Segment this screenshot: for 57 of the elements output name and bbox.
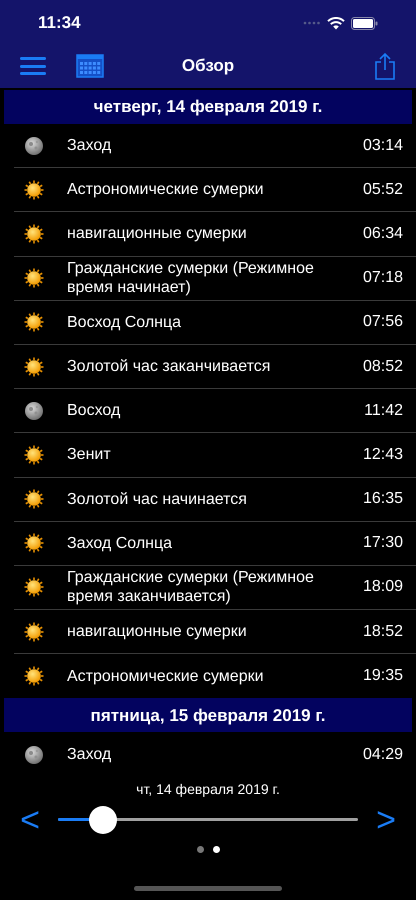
event-time: 07:18 xyxy=(362,268,403,288)
event-name: навигационные сумерки xyxy=(67,622,248,642)
menu-button[interactable] xyxy=(20,57,46,75)
sun-icon xyxy=(24,444,44,465)
date-header: четверг, 14 февраля 2019 г. xyxy=(4,90,412,124)
event-time: 08:52 xyxy=(362,356,403,377)
battery-icon xyxy=(351,16,378,30)
status-time: 11:34 xyxy=(38,12,81,34)
sun-icon xyxy=(24,533,44,554)
event-name: Заход Солнца xyxy=(67,534,174,553)
event-name: Астрономические сумерки xyxy=(67,666,265,686)
wifi-icon xyxy=(327,16,345,30)
event-name: Восход xyxy=(67,401,122,420)
event-name: Зенит xyxy=(67,445,112,464)
share-icon[interactable] xyxy=(374,52,396,80)
event-name: Золотой час начинается xyxy=(67,490,248,509)
sun-icon xyxy=(24,489,44,510)
calendar-icon[interactable] xyxy=(76,54,104,78)
event-name: Гражданские сумерки (Режимное время заканчивается) xyxy=(67,568,315,606)
event-time: 04:29 xyxy=(362,744,403,765)
sun-icon xyxy=(24,577,44,598)
moon-icon xyxy=(24,744,44,765)
event-time: 16:35 xyxy=(362,489,403,510)
date-slider[interactable] xyxy=(58,806,358,834)
event-name: Гражданские сумерки (Режимное время начинает) xyxy=(67,259,315,298)
sun-icon xyxy=(24,312,44,332)
event-name: Восход Солнца xyxy=(67,312,182,332)
event-time: 05:52 xyxy=(362,180,403,200)
sun-icon xyxy=(24,666,44,686)
event-time: 03:14 xyxy=(362,136,403,156)
event-time: 06:34 xyxy=(362,224,403,244)
next-button[interactable]: > xyxy=(376,802,396,837)
sun-icon xyxy=(24,224,44,244)
moon-icon xyxy=(24,400,44,421)
sun-icon xyxy=(24,356,44,377)
event-time: 18:52 xyxy=(362,622,403,642)
event-time: 11:42 xyxy=(364,400,403,421)
event-name: Золотой час заканчивается xyxy=(67,357,272,376)
event-name: Заход xyxy=(67,745,112,764)
event-time: 17:30 xyxy=(362,533,403,554)
event-time: 19:35 xyxy=(362,666,403,686)
selected-date: чт, 14 февраля 2019 г. xyxy=(136,780,280,799)
event-name: навигационные сумерки xyxy=(67,224,248,244)
signal-icon xyxy=(303,21,321,25)
date-header: пятница, 15 февраля 2019 г. xyxy=(4,698,412,732)
screen-title: Обзор xyxy=(182,55,234,78)
event-time: 12:43 xyxy=(362,444,403,465)
sun-icon xyxy=(24,268,44,288)
moon-icon xyxy=(24,136,44,156)
event-time: 07:56 xyxy=(362,312,403,332)
sun-icon xyxy=(24,180,44,200)
event-name: Заход xyxy=(67,136,112,156)
event-time: 18:09 xyxy=(362,577,403,598)
slider-thumb[interactable] xyxy=(89,806,117,834)
sun-icon xyxy=(24,622,44,642)
previous-button[interactable]: < xyxy=(20,802,40,837)
event-name: Астрономические сумерки xyxy=(67,180,265,200)
